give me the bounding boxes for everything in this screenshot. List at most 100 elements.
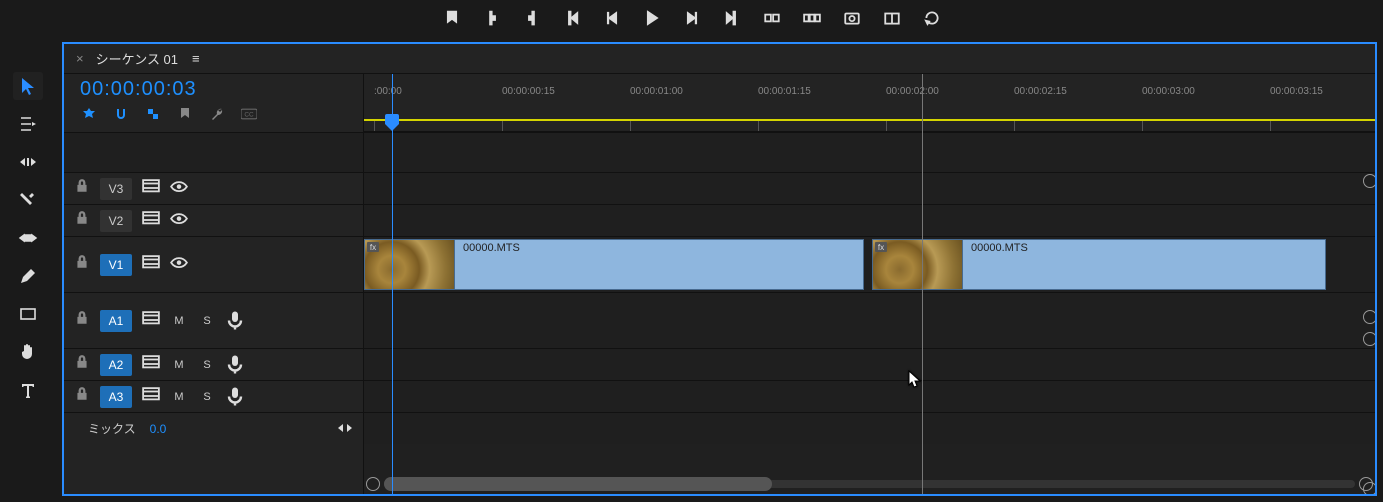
- panel-menu-button[interactable]: ≡: [192, 51, 200, 66]
- track-row-a1[interactable]: [364, 292, 1375, 348]
- toggle-output-icon[interactable]: [142, 311, 160, 330]
- comparison-view-button[interactable]: [882, 8, 902, 28]
- track-row-mix[interactable]: [364, 412, 1375, 444]
- voiceover-icon[interactable]: [226, 312, 244, 330]
- horizontal-scrollbar[interactable]: [366, 476, 1373, 492]
- timeline-toolbar: CC: [80, 105, 347, 123]
- go-to-in-button[interactable]: [562, 8, 582, 28]
- clip[interactable]: fx00000.MTS: [872, 239, 1326, 290]
- eye-icon[interactable]: [170, 256, 188, 274]
- mix-track-header[interactable]: ミックス 0.0: [64, 412, 363, 444]
- track-header-a2[interactable]: A2 M S: [64, 348, 363, 380]
- mark-out-button[interactable]: [522, 8, 542, 28]
- mix-volume[interactable]: 0.0: [150, 422, 167, 436]
- zoom-in-handle[interactable]: [1359, 477, 1373, 491]
- ruler-tick: :00:00: [374, 86, 402, 97]
- lift-button[interactable]: [762, 8, 782, 28]
- clip-thumbnail: fx: [365, 240, 455, 289]
- mute-button[interactable]: M: [170, 388, 188, 406]
- playhead[interactable]: [392, 74, 393, 494]
- track-row-v1[interactable]: fx00000.MTSfx00000.MTS: [364, 236, 1375, 292]
- mark-in-button[interactable]: [482, 8, 502, 28]
- expand-mix-icon[interactable]: [337, 422, 353, 436]
- mute-button[interactable]: M: [170, 312, 188, 330]
- export-frame-button[interactable]: [842, 8, 862, 28]
- lock-icon[interactable]: [74, 354, 90, 375]
- lock-icon[interactable]: [74, 178, 90, 199]
- track-header-v1[interactable]: V1: [64, 236, 363, 292]
- track-select-tool[interactable]: [13, 110, 43, 138]
- track-header-v3[interactable]: V3: [64, 172, 363, 204]
- nest-sequence-icon[interactable]: [80, 105, 98, 123]
- track-label[interactable]: A1: [100, 310, 132, 332]
- voiceover-icon[interactable]: [226, 356, 244, 374]
- snap-icon[interactable]: [112, 105, 130, 123]
- track-header-a1[interactable]: A1 M S: [64, 292, 363, 348]
- track-label[interactable]: A3: [100, 386, 132, 408]
- track-label[interactable]: V1: [100, 254, 132, 276]
- toggle-output-icon[interactable]: [142, 387, 160, 406]
- fx-badge-icon[interactable]: fx: [875, 242, 887, 252]
- solo-button[interactable]: S: [198, 312, 216, 330]
- lock-icon[interactable]: [74, 310, 90, 331]
- track-row-a2[interactable]: [364, 348, 1375, 380]
- track-label[interactable]: A2: [100, 354, 132, 376]
- go-to-out-button[interactable]: [722, 8, 742, 28]
- scroll-track[interactable]: [384, 480, 1355, 488]
- settings-wrench-icon[interactable]: [208, 105, 226, 123]
- zoom-out-handle[interactable]: [366, 477, 380, 491]
- type-tool[interactable]: [13, 376, 43, 404]
- selection-tool[interactable]: [13, 72, 43, 100]
- current-timecode[interactable]: 00:00:00:03: [80, 78, 347, 101]
- close-tab-button[interactable]: ×: [76, 51, 84, 66]
- toggle-output-icon[interactable]: [142, 179, 160, 198]
- voiceover-icon[interactable]: [226, 388, 244, 406]
- extract-button[interactable]: [802, 8, 822, 28]
- toggle-output-icon[interactable]: [142, 355, 160, 374]
- razor-tool[interactable]: [13, 186, 43, 214]
- fx-badge-icon[interactable]: fx: [367, 242, 379, 252]
- eye-icon[interactable]: [170, 212, 188, 230]
- lock-icon[interactable]: [74, 386, 90, 407]
- linked-selection-icon[interactable]: [144, 105, 162, 123]
- step-forward-button[interactable]: [682, 8, 702, 28]
- add-marker-button[interactable]: [442, 8, 462, 28]
- track-height-handle[interactable]: [1363, 174, 1375, 188]
- hand-tool[interactable]: [13, 338, 43, 366]
- lock-icon[interactable]: [74, 254, 90, 275]
- track-label[interactable]: V3: [100, 178, 132, 200]
- track-label[interactable]: V2: [100, 210, 132, 232]
- track-row-v3[interactable]: [364, 172, 1375, 204]
- mute-button[interactable]: M: [170, 356, 188, 374]
- ruler-tick: 00:00:03:15: [1270, 86, 1323, 97]
- lock-icon[interactable]: [74, 210, 90, 231]
- play-button[interactable]: [642, 8, 662, 28]
- track-height-handle[interactable]: [1363, 310, 1375, 324]
- sequence-tab-label[interactable]: シーケンス 01: [96, 49, 178, 68]
- slip-tool[interactable]: [13, 224, 43, 252]
- marker-toolbar-icon[interactable]: [176, 105, 194, 123]
- step-back-button[interactable]: [602, 8, 622, 28]
- track-header-v2[interactable]: V2: [64, 204, 363, 236]
- time-ruler[interactable]: :00:0000:00:00:1500:00:01:0000:00:01:150…: [364, 74, 1375, 132]
- captions-icon[interactable]: CC: [240, 105, 258, 123]
- eye-icon[interactable]: [170, 180, 188, 198]
- track-header-a3[interactable]: A3 M S: [64, 380, 363, 412]
- rectangle-tool[interactable]: [13, 300, 43, 328]
- pen-tool[interactable]: [13, 262, 43, 290]
- clip-thumbnail: fx: [873, 240, 963, 289]
- work-area-bar[interactable]: [364, 119, 1375, 121]
- track-row-a3[interactable]: [364, 380, 1375, 412]
- track-row-v2[interactable]: [364, 204, 1375, 236]
- clip[interactable]: fx00000.MTS: [364, 239, 864, 290]
- toggle-output-icon[interactable]: [142, 255, 160, 274]
- solo-button[interactable]: S: [198, 356, 216, 374]
- track-row-spacer: [364, 132, 1375, 172]
- tracks-area[interactable]: :00:0000:00:00:1500:00:01:0000:00:01:150…: [364, 74, 1375, 494]
- toggle-output-icon[interactable]: [142, 211, 160, 230]
- loop-button[interactable]: [922, 8, 942, 28]
- solo-button[interactable]: S: [198, 388, 216, 406]
- track-height-handle[interactable]: [1363, 332, 1375, 346]
- scroll-thumb[interactable]: [384, 477, 772, 491]
- ripple-edit-tool[interactable]: [13, 148, 43, 176]
